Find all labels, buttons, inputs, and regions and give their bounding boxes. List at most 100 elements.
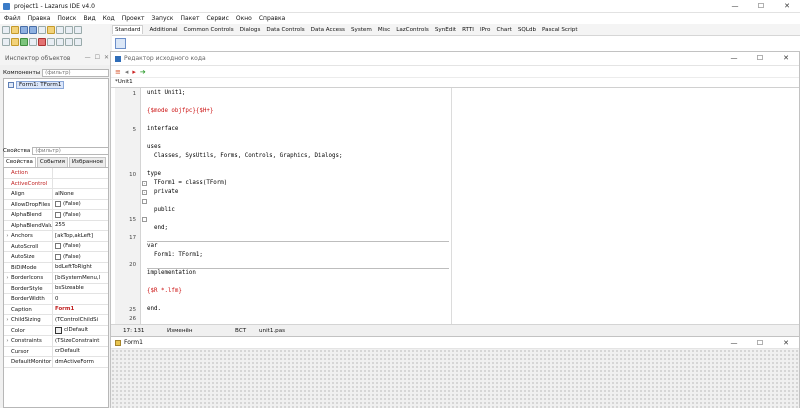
expand-chevron-icon[interactable] <box>4 221 11 231</box>
close-button[interactable]: ✕ <box>774 0 800 12</box>
palette-tab-standard[interactable]: Standard <box>112 25 144 34</box>
menu-tools[interactable]: Сервис <box>206 15 228 22</box>
jump-to-icon[interactable]: ➔ <box>140 68 146 76</box>
jump-back-icon[interactable]: ◂ <box>125 68 129 76</box>
property-row[interactable]: BiDiMode bdLeftToRight <box>4 262 108 273</box>
property-value[interactable]: [akTop,akLeft] <box>53 231 108 241</box>
inspector-minimize-icon[interactable]: — <box>85 54 91 61</box>
property-row[interactable]: Action <box>4 168 108 179</box>
palette-tab-lazcontrols[interactable]: LazControls <box>396 27 429 33</box>
menu-help[interactable]: Справка <box>259 15 285 22</box>
expand-chevron-icon[interactable]: › <box>4 273 11 283</box>
step-into-icon[interactable] <box>47 38 55 46</box>
property-value[interactable]: (False) <box>53 210 108 220</box>
open-folder-icon[interactable] <box>11 26 19 34</box>
menu-project[interactable]: Проект <box>122 15 145 22</box>
tab-events[interactable]: События <box>36 157 68 167</box>
expand-chevron-icon[interactable]: › <box>4 231 11 241</box>
property-row[interactable]: ActiveControl <box>4 178 108 189</box>
editor-menu-icon[interactable]: ≡ <box>115 68 121 76</box>
property-row[interactable]: › ChildSizing (TControlChildSi <box>4 315 108 326</box>
run-to-cursor-icon[interactable] <box>74 38 82 46</box>
palette-tab-system[interactable]: System <box>351 27 372 33</box>
expand-chevron-icon[interactable]: › <box>4 336 11 346</box>
open-project-icon[interactable] <box>47 26 55 34</box>
expand-chevron-icon[interactable] <box>4 263 11 273</box>
tab-properties[interactable]: Свойства <box>3 157 36 167</box>
property-value[interactable] <box>53 168 108 178</box>
palette-tab-misc[interactable]: Misc <box>378 27 390 33</box>
view-units-icon[interactable] <box>65 26 73 34</box>
palette-tab-rtti[interactable]: RTTI <box>462 27 474 33</box>
palette-tab-sqldb[interactable]: SQLdb <box>518 27 536 33</box>
property-value[interactable]: (False) <box>53 252 108 262</box>
step-out-icon[interactable] <box>65 38 73 46</box>
palette-tab-common-controls[interactable]: Common Controls <box>184 27 234 33</box>
palette-tab-dialogs[interactable]: Dialogs <box>240 27 261 33</box>
palette-tab-data-controls[interactable]: Data Controls <box>266 27 304 33</box>
property-row[interactable]: AlphaBlend (False) <box>4 210 108 221</box>
new-form-icon[interactable] <box>38 26 46 34</box>
code-area[interactable]: unit Unit1; {$mode objfpc}{$H+} interface u… <box>147 88 449 326</box>
menu-package[interactable]: Пакет <box>180 15 199 22</box>
expand-chevron-icon[interactable] <box>4 357 11 367</box>
expand-chevron-icon[interactable]: › <box>4 315 11 325</box>
menu-view[interactable]: Вид <box>83 15 95 22</box>
menu-edit[interactable]: Правка <box>28 15 51 22</box>
property-row[interactable]: AutoScroll (False) <box>4 241 108 252</box>
expand-chevron-icon[interactable] <box>4 210 11 220</box>
properties-filter-input[interactable]: (фильтр) <box>32 146 109 155</box>
property-row[interactable]: Color clDefault <box>4 325 108 336</box>
fold-toggle-icon[interactable] <box>142 217 147 222</box>
form-close-button[interactable]: ✕ <box>773 337 799 348</box>
property-value[interactable]: crDefault <box>53 347 108 357</box>
property-row[interactable]: › BorderIcons [biSystemMenu,l <box>4 273 108 284</box>
expand-chevron-icon[interactable] <box>4 347 11 357</box>
property-value[interactable]: bdLeftToRight <box>53 263 108 273</box>
menu-window[interactable]: Окно <box>236 15 252 22</box>
palette-tab-ipro[interactable]: IPro <box>480 27 491 33</box>
property-value[interactable]: clDefault <box>53 326 108 336</box>
editor-maximize-button[interactable]: ☐ <box>747 52 773 65</box>
property-row[interactable]: Caption Form1 <box>4 304 108 315</box>
new-unit-icon[interactable] <box>2 26 10 34</box>
inspector-maximize-icon[interactable]: ☐ <box>95 54 100 61</box>
palette-tab-pascal-script[interactable]: Pascal Script <box>542 27 578 33</box>
step-over-icon[interactable] <box>56 38 64 46</box>
fold-toggle-icon[interactable]: - <box>142 190 147 195</box>
tree-node-form1[interactable]: Form1: TForm1 <box>8 81 65 89</box>
expand-chevron-icon[interactable] <box>4 294 11 304</box>
expand-chevron-icon[interactable] <box>4 252 11 262</box>
save-all-icon[interactable] <box>29 26 37 34</box>
property-row[interactable]: Align alNone <box>4 189 108 200</box>
property-row[interactable]: › Constraints (TSizeConstraint <box>4 336 108 347</box>
selection-pointer-icon[interactable] <box>115 38 126 49</box>
palette-tab-chart[interactable]: Chart <box>496 27 511 33</box>
property-row[interactable]: AlphaBlendValu 255 <box>4 220 108 231</box>
form-minimize-button[interactable]: — <box>721 337 747 348</box>
menu-run[interactable]: Запуск <box>152 15 174 22</box>
form-design-surface[interactable] <box>111 349 799 408</box>
maximize-button[interactable]: ☐ <box>748 0 774 12</box>
checkbox-icon[interactable] <box>55 201 61 208</box>
save-icon[interactable] <box>20 26 28 34</box>
close-file-icon[interactable] <box>56 26 64 34</box>
components-filter-input[interactable]: (фильтр) <box>42 68 109 77</box>
property-value[interactable]: dmActiveForm <box>53 357 108 367</box>
expand-chevron-icon[interactable] <box>4 284 11 294</box>
menu-search[interactable]: Поиск <box>57 15 76 22</box>
property-value[interactable]: 0 <box>53 294 108 304</box>
property-value[interactable]: (False) <box>53 200 108 210</box>
checkbox-icon[interactable] <box>55 243 61 250</box>
expand-chevron-icon[interactable] <box>4 168 11 178</box>
editor-minimize-button[interactable]: — <box>721 52 747 65</box>
editor-close-button[interactable]: ✕ <box>773 52 799 65</box>
expand-chevron-icon[interactable] <box>4 179 11 189</box>
inspector-close-icon[interactable]: ✕ <box>104 54 109 61</box>
property-value[interactable]: alNone <box>53 189 108 199</box>
form-maximize-button[interactable]: ☐ <box>747 337 773 348</box>
property-row[interactable]: DefaultMonitor dmActiveForm <box>4 357 108 368</box>
expand-chevron-icon[interactable] <box>4 326 11 336</box>
toggle-form-unit-icon[interactable] <box>2 38 10 46</box>
property-row[interactable]: Cursor crDefault <box>4 346 108 357</box>
